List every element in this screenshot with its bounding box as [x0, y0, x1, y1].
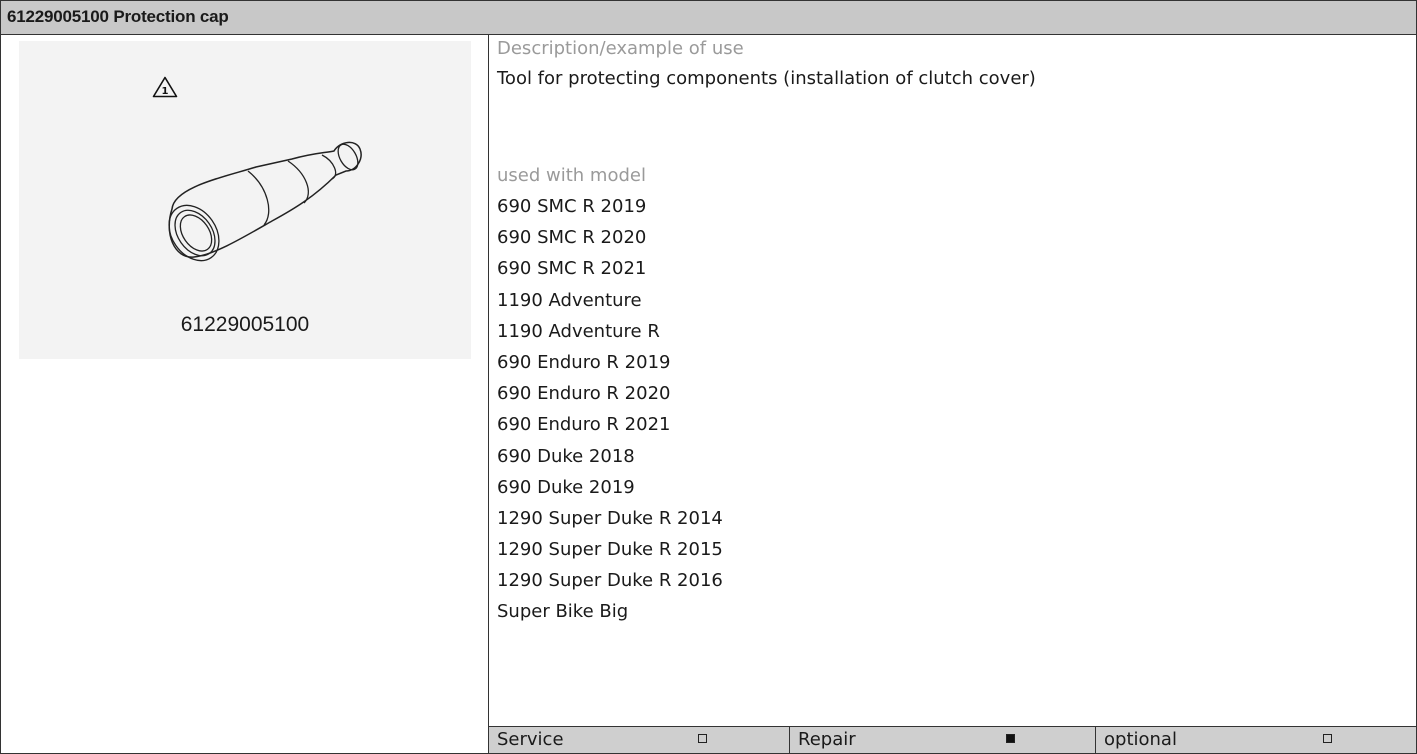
list-item: 690 Duke 2019: [497, 476, 635, 498]
title-bar: 61229005100 Protection cap: [1, 1, 1416, 35]
tool-sheet: 61229005100 Protection cap 1 61229005100…: [0, 0, 1417, 754]
list-item: 690 Enduro R 2019: [497, 351, 671, 373]
warning-triangle-1-icon: 1: [152, 76, 178, 98]
optional-checkbox[interactable]: [1323, 734, 1332, 743]
repair-label: Repair: [798, 729, 856, 750]
list-item: 1290 Super Duke R 2014: [497, 507, 723, 529]
list-item: 1190 Adventure: [497, 289, 642, 311]
description-text: Tool for protecting components (installa…: [497, 68, 1036, 89]
protection-cap-drawing: [168, 141, 362, 262]
service-checkbox[interactable]: [698, 734, 707, 743]
optional-label: optional: [1104, 729, 1177, 750]
list-item: 690 SMC R 2020: [497, 227, 647, 249]
models-label: used with model: [497, 165, 646, 186]
list-item: 690 SMC R 2019: [497, 196, 647, 217]
list-item: 690 Enduro R 2021: [497, 414, 671, 436]
list-item: 1290 Super Duke R 2015: [497, 539, 723, 561]
page-title: 61229005100 Protection cap: [7, 7, 229, 26]
list-item: 690 SMC R 2021: [497, 258, 647, 280]
list-item: 690 Enduro R 2020: [497, 383, 671, 405]
part-number-caption: 61229005100: [180, 313, 310, 336]
list-item: 1190 Adventure R: [497, 320, 660, 342]
tool-image-panel: 1 61229005100: [19, 41, 471, 359]
details-column: Description/example of use Tool for prot…: [489, 35, 1416, 753]
service-label: Service: [497, 729, 564, 750]
service-cell: Service: [489, 727, 790, 753]
list-item: 690 Duke 2018: [497, 445, 635, 467]
description-label: Description/example of use: [497, 38, 744, 59]
repair-checkbox[interactable]: [1006, 734, 1015, 743]
figure-column: 1 61229005100: [1, 35, 489, 753]
list-item: Super Bike Big: [497, 601, 629, 623]
model-list: 690 SMC R 2019 690 SMC R 2020 690 SMC R …: [489, 191, 723, 628]
warning-number: 1: [162, 86, 169, 97]
list-item: 1290 Super Duke R 2016: [497, 570, 723, 592]
repair-cell: Repair: [790, 727, 1096, 753]
optional-cell: optional: [1096, 727, 1416, 753]
usage-row: Service Repair optional: [489, 726, 1416, 753]
